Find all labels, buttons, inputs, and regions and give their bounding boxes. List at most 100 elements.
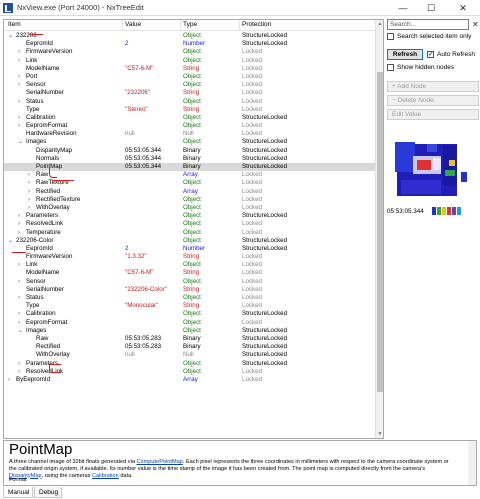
collapsed-chevron-icon[interactable]: ›: [18, 319, 20, 327]
collapsed-chevron-icon[interactable]: ›: [18, 261, 20, 269]
close-icon[interactable]: ✕: [472, 19, 480, 30]
tree-row[interactable]: › Sensor Object Locked: [4, 81, 376, 89]
collapsed-chevron-icon[interactable]: ›: [18, 229, 20, 237]
collapsed-chevron-icon[interactable]: ›: [28, 204, 30, 212]
compute-point-map-link[interactable]: ComputePointMap: [137, 459, 183, 465]
collapsed-chevron-icon[interactable]: ›: [28, 188, 30, 196]
tree-row[interactable]: ⌄ 232206 Object StructureLocked: [4, 32, 376, 40]
collapsed-chevron-icon[interactable]: ›: [18, 368, 20, 376]
tree-row-protection: StructureLocked: [242, 351, 288, 359]
tree-row[interactable]: › EepromFormat Object Locked: [4, 319, 376, 327]
column-header-item[interactable]: Item: [8, 21, 21, 28]
column-header-value[interactable]: Value: [125, 21, 141, 28]
tree-row[interactable]: ModelName "C57-6-M" String Locked: [4, 65, 376, 73]
tree-row[interactable]: ⌄ 232206-Color Object StructureLocked: [4, 237, 376, 245]
tree-row[interactable]: › WithOverlay Object Locked: [4, 204, 376, 212]
tree-row[interactable]: › ResolvedLink Object Locked: [4, 220, 376, 228]
tree-row[interactable]: WithOverlay null Null StructureLocked: [4, 351, 376, 359]
column-header-type[interactable]: Type: [183, 21, 197, 28]
collapsed-chevron-icon[interactable]: ›: [18, 48, 20, 56]
collapsed-chevron-icon[interactable]: ›: [18, 81, 20, 89]
tree-row[interactable]: › Link Object Locked: [4, 261, 376, 269]
tree-row[interactable]: › ByEepromId Array Locked: [4, 376, 376, 384]
tree-row[interactable]: EepromId 2 Number StructureLocked: [4, 40, 376, 48]
tree-row[interactable]: ModelName "C57-6-M" String Locked: [4, 269, 376, 277]
collapsed-chevron-icon[interactable]: ›: [28, 196, 30, 204]
tree-row[interactable]: › Status Object Locked: [4, 294, 376, 302]
edit-value-button[interactable]: Edit Value: [387, 109, 479, 120]
delete-node-button[interactable]: − Delete Node: [387, 95, 479, 106]
tree-row[interactable]: PointMap 05:53:05.344 Binary StructureLocke…: [4, 163, 376, 172]
calibration-link[interactable]: Calibration: [92, 473, 119, 479]
collapsed-chevron-icon[interactable]: ›: [18, 212, 20, 220]
tree-row[interactable]: › Rectified Array Locked: [4, 188, 376, 196]
tree-row[interactable]: › Port Object Locked: [4, 73, 376, 81]
tree-row[interactable]: Normals 05:53:05.344 Binary StructureLocked: [4, 155, 376, 163]
tree-row[interactable]: Rectified 05:53:05.283 Binary StructureLock…: [4, 343, 376, 351]
tree-row[interactable]: Type "Stereo" String Locked: [4, 106, 376, 114]
tree-row[interactable]: › Link Object Locked: [4, 57, 376, 65]
tree-row[interactable]: › Parameters Object StructureLocked: [4, 212, 376, 220]
expanded-chevron-icon[interactable]: ⌄: [18, 138, 23, 146]
scroll-down-icon[interactable]: ▼: [376, 430, 383, 438]
tree-row[interactable]: HardwareRevision null Null Locked: [4, 130, 376, 138]
tree-row[interactable]: › Calibration Object StructureLocked: [4, 310, 376, 318]
help-scrollbar[interactable]: [468, 441, 476, 485]
help-description: A three channel image of 32bit floats ge…: [9, 459, 449, 479]
tree-row[interactable]: › Raw Array Locked: [4, 171, 376, 179]
maximize-button[interactable]: ☐: [420, 0, 442, 16]
tree-view[interactable]: Item Value Type Protection ⌄ 232206 Object…: [3, 19, 384, 439]
tree-row-protection: Locked: [242, 228, 262, 236]
collapsed-chevron-icon[interactable]: ›: [8, 376, 10, 384]
search-selected-checkbox[interactable]: [387, 33, 394, 40]
tree-row-protection: StructureLocked: [242, 343, 288, 351]
expanded-chevron-icon[interactable]: ⌄: [8, 32, 13, 40]
tree-row[interactable]: Type "Monocular" String Locked: [4, 302, 376, 310]
tree-row[interactable]: › Sensor Object Locked: [4, 278, 376, 286]
tree-row[interactable]: › RectifiedTexture Object Locked: [4, 196, 376, 204]
tree-row[interactable]: › FirmwareVersion Object Locked: [4, 48, 376, 56]
collapsed-chevron-icon[interactable]: ›: [28, 179, 30, 187]
collapsed-chevron-icon[interactable]: ›: [18, 360, 20, 368]
tree-row-type: Object: [183, 203, 201, 211]
collapsed-chevron-icon[interactable]: ›: [18, 294, 20, 302]
collapsed-chevron-icon[interactable]: ›: [18, 114, 20, 122]
collapsed-chevron-icon[interactable]: ›: [18, 73, 20, 81]
collapsed-chevron-icon[interactable]: ›: [18, 57, 20, 65]
auto-refresh-checkbox[interactable]: [427, 50, 434, 58]
tab-debug[interactable]: Debug: [34, 487, 62, 498]
column-header-protection[interactable]: Protection: [242, 21, 271, 28]
tree-row[interactable]: EepromId 2 Number StructureLocked: [4, 245, 376, 253]
title-bar: NxView.exe (Port 24000) - NxTreeEdit — ☐…: [0, 0, 480, 16]
collapsed-chevron-icon[interactable]: ›: [18, 122, 20, 130]
tab-manual[interactable]: Manual: [3, 487, 33, 498]
tree-row[interactable]: › Calibration Object StructureLocked: [4, 114, 376, 122]
collapsed-chevron-icon[interactable]: ›: [28, 171, 30, 179]
collapsed-chevron-icon[interactable]: ›: [18, 220, 20, 228]
tree-row[interactable]: DisparityMap 05:53:05.344 Binary StructureL…: [4, 147, 376, 155]
tree-row[interactable]: › Temperature Object Locked: [4, 229, 376, 237]
scroll-thumb[interactable]: [377, 72, 383, 392]
close-button[interactable]: ✕: [452, 0, 474, 16]
tree-row[interactable]: ⌄ Images Object StructureLocked: [4, 138, 376, 146]
collapsed-chevron-icon[interactable]: ›: [18, 98, 20, 106]
tree-row[interactable]: SerialNumber "232206-Color" String Locked: [4, 286, 376, 294]
expanded-chevron-icon[interactable]: ⌄: [18, 327, 23, 335]
tree-row[interactable]: Raw 05:53:05.283 Binary StructureLocked: [4, 335, 376, 343]
collapsed-chevron-icon[interactable]: ›: [18, 310, 20, 318]
tree-row[interactable]: FirmwareVersion "1.3.32" String Locked: [4, 253, 376, 261]
tree-row[interactable]: ⌄ Images Object StructureLocked: [4, 327, 376, 335]
search-input[interactable]: Search...: [387, 19, 469, 30]
tree-row[interactable]: SerialNumber "232206" String Locked: [4, 89, 376, 97]
tree-row-protection: StructureLocked: [242, 163, 288, 170]
collapsed-chevron-icon[interactable]: ›: [18, 278, 20, 286]
minimize-button[interactable]: —: [392, 0, 414, 16]
expanded-chevron-icon[interactable]: ⌄: [8, 237, 13, 245]
add-node-button[interactable]: + Add Node: [387, 81, 479, 92]
scroll-up-icon[interactable]: ▲: [376, 20, 383, 28]
tree-row[interactable]: › Status Object Locked: [4, 98, 376, 106]
show-hidden-checkbox[interactable]: [387, 64, 394, 71]
refresh-button[interactable]: Refresh: [387, 49, 423, 60]
tree-scrollbar[interactable]: ▲ ▼: [375, 20, 383, 438]
tree-row[interactable]: › EepromFormat Object Locked: [4, 122, 376, 130]
